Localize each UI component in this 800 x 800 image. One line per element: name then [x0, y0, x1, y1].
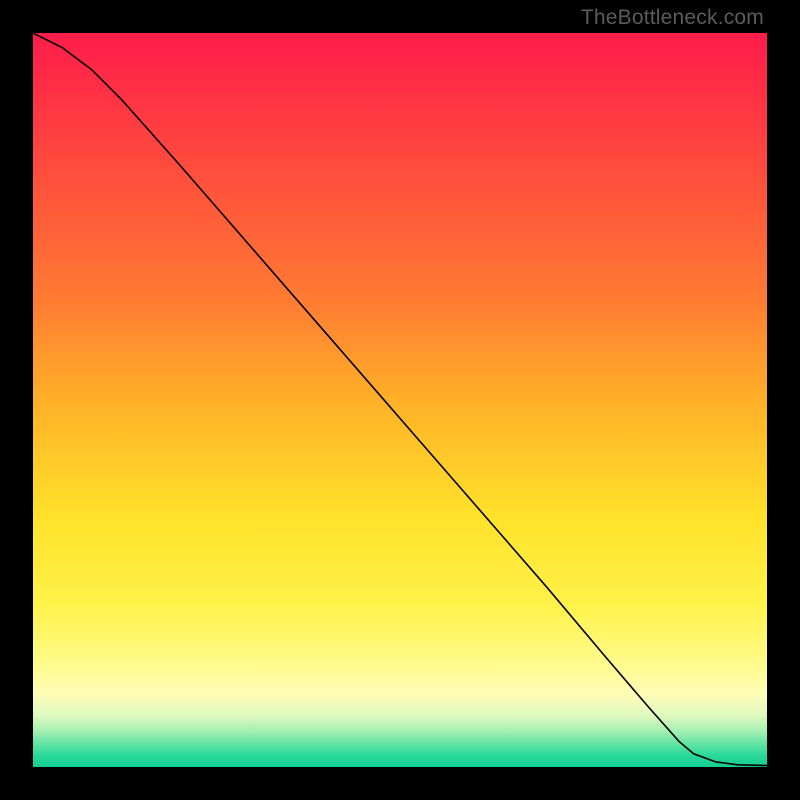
highlight-segment	[701, 762, 711, 763]
highlight-markers	[525, 561, 766, 765]
watermark-text: TheBottleneck.com	[581, 6, 764, 30]
highlight-segment	[624, 677, 636, 691]
highlight-segment	[646, 702, 664, 723]
chart-overlay	[33, 33, 767, 767]
data-curve	[33, 33, 767, 766]
chart-frame: TheBottleneck.com	[0, 0, 800, 800]
